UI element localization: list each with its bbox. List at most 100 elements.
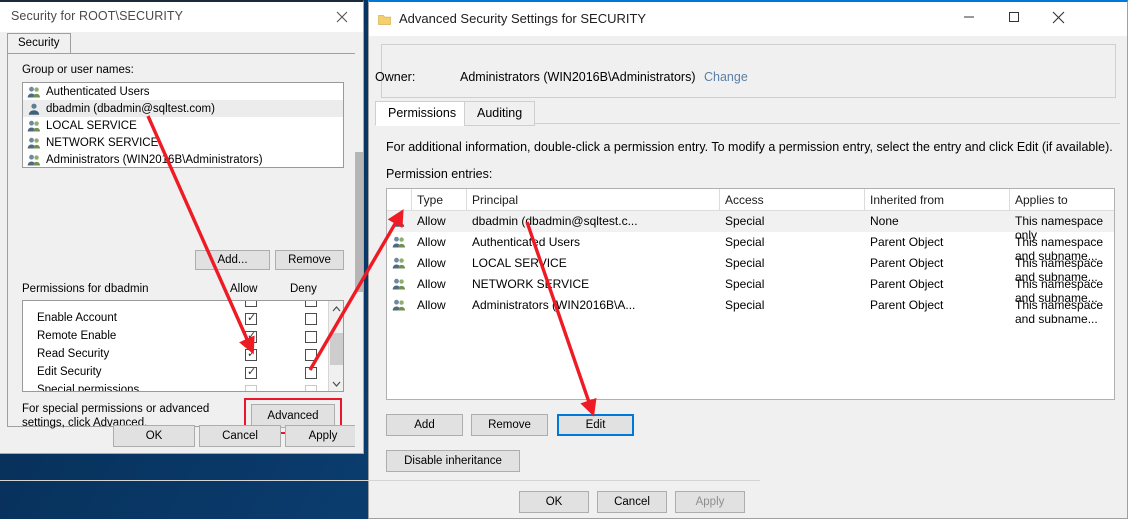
permission-row[interactable]: Read Security ✓: [23, 346, 328, 364]
list-item[interactable]: Administrators (WIN2016B\Administrators): [23, 151, 343, 167]
add-button[interactable]: Add...: [195, 250, 270, 270]
users-group-icon: [27, 153, 41, 167]
ok-button[interactable]: OK: [519, 491, 589, 513]
users-group-icon: [27, 85, 41, 99]
permission-row[interactable]: Remote Enable ✓: [23, 328, 328, 346]
permission-row[interactable]: Edit Security ✓: [23, 364, 328, 382]
close-glyph: [336, 11, 348, 23]
apply-button[interactable]: Apply: [285, 425, 361, 447]
tab-security[interactable]: Security: [7, 33, 71, 53]
column-header-applies-to[interactable]: Applies to: [1015, 193, 1068, 207]
close-icon[interactable]: [1036, 2, 1081, 32]
single-user-icon: [27, 102, 41, 116]
permission-entries-table[interactable]: Type Principal Access Inherited from App…: [386, 188, 1115, 400]
permission-label: Enable Account: [37, 312, 117, 324]
cell-access: Special: [725, 235, 765, 249]
column-header-access[interactable]: Access: [725, 193, 764, 207]
single-user-icon: [392, 214, 406, 228]
tab-permissions[interactable]: Permissions: [375, 101, 470, 126]
deny-checkbox[interactable]: [305, 331, 317, 343]
allow-checkbox[interactable]: ✓: [245, 312, 257, 325]
table-row[interactable]: Allow dbadmin (dbadmin@sqltest.c... Spec…: [387, 211, 1114, 242]
deny-checkbox[interactable]: [305, 313, 317, 325]
table-header-row: Type Principal Access Inherited from App…: [387, 189, 1114, 211]
cell-access: Special: [725, 277, 765, 291]
cell-inherited-from: None: [870, 214, 899, 228]
table-row[interactable]: Allow NETWORK SERVICE Special Parent Obj…: [387, 274, 1114, 305]
scrollbar-thumb[interactable]: [355, 152, 363, 292]
cell-inherited-from: Parent Object: [870, 277, 944, 291]
close-icon[interactable]: [325, 5, 359, 29]
permission-row[interactable]: Enable Account ✓: [23, 310, 328, 328]
column-header-type[interactable]: Type: [417, 193, 443, 207]
allow-checkbox[interactable]: [245, 301, 257, 307]
users-group-icon: [27, 119, 41, 133]
right-dialog-titlebar: Advanced Security Settings for SECURITY: [369, 2, 1127, 36]
check-icon: ✓: [247, 312, 257, 324]
permission-row[interactable]: [23, 301, 328, 310]
users-group-icon: [392, 277, 406, 291]
table-row[interactable]: Allow LOCAL SERVICE Special Parent Objec…: [387, 253, 1114, 284]
add-permission-button[interactable]: Add: [386, 414, 463, 436]
cell-access: Special: [725, 298, 765, 312]
allow-checkbox[interactable]: ✓: [245, 348, 257, 361]
list-item[interactable]: dbadmin (dbadmin@sqltest.com): [23, 100, 343, 117]
list-item[interactable]: LOCAL SERVICE: [23, 117, 343, 134]
check-icon: ✓: [247, 366, 257, 378]
allow-checkbox[interactable]: ✓: [245, 366, 257, 379]
permissions-scrollbar[interactable]: [328, 301, 343, 391]
remove-button[interactable]: Remove: [275, 250, 344, 270]
deny-checkbox[interactable]: [305, 367, 317, 379]
cancel-button[interactable]: Cancel: [597, 491, 667, 513]
list-item[interactable]: Authenticated Users: [23, 83, 343, 100]
cell-inherited-from: Parent Object: [870, 256, 944, 270]
change-owner-link[interactable]: Change: [704, 70, 748, 84]
permission-entries-label: Permission entries:: [386, 167, 493, 181]
apply-button[interactable]: Apply: [675, 491, 745, 513]
cell-type: Allow: [417, 256, 446, 270]
disable-inheritance-button[interactable]: Disable inheritance: [386, 450, 520, 472]
chevron-up-icon[interactable]: [329, 301, 343, 316]
minimize-icon[interactable]: [946, 2, 991, 32]
left-dialog-footer: OK Cancel Apply: [0, 423, 363, 453]
ok-button[interactable]: OK: [113, 425, 195, 447]
deny-checkbox[interactable]: [305, 349, 317, 361]
users-group-icon: [392, 298, 406, 312]
table-row[interactable]: Allow Authenticated Users Special Parent…: [387, 232, 1114, 263]
users-group-icon: [27, 136, 41, 150]
maximize-icon[interactable]: [991, 2, 1036, 32]
cell-inherited-from: Parent Object: [870, 298, 944, 312]
permission-row[interactable]: Special permissions: [23, 382, 328, 392]
chevron-down-icon[interactable]: [329, 376, 343, 391]
left-dialog-scrollbar[interactable]: [355, 32, 363, 453]
group-or-user-names-list[interactable]: Authenticated Users dbadmin (dbadmin@sql…: [22, 82, 344, 168]
table-row[interactable]: Allow Administrators (WIN2016B\A... Spec…: [387, 295, 1114, 326]
allow-checkbox[interactable]: [245, 385, 257, 391]
deny-checkbox[interactable]: [305, 385, 317, 391]
security-properties-dialog: Security for ROOT\SECURITY Security Grou…: [0, 0, 364, 454]
scrollbar-thumb[interactable]: [330, 333, 343, 365]
cell-principal: NETWORK SERVICE: [472, 277, 590, 291]
owner-value: Administrators (WIN2016B\Administrators): [460, 70, 696, 84]
check-icon: ✓: [247, 348, 257, 360]
deny-checkbox[interactable]: [305, 301, 317, 307]
list-item[interactable]: NETWORK SERVICE: [23, 134, 343, 151]
permissions-list[interactable]: Enable Account ✓ Remote Enable ✓ Read Se…: [22, 300, 344, 392]
permissions-for-label: Permissions for dbadmin: [22, 283, 149, 295]
cell-applies-to: This namespace and subname...: [1015, 298, 1104, 326]
right-dialog-tabstrip: Permissions Auditing: [375, 101, 1120, 126]
cell-type: Allow: [417, 214, 446, 228]
permission-label: Special permissions: [37, 384, 140, 392]
remove-permission-button[interactable]: Remove: [471, 414, 548, 436]
left-dialog-titlebar: Security for ROOT\SECURITY: [0, 2, 363, 32]
column-header-inherited-from[interactable]: Inherited from: [870, 193, 944, 207]
permissions-info-text: For additional information, double-click…: [386, 140, 1113, 154]
cancel-button[interactable]: Cancel: [199, 425, 281, 447]
edit-permission-button[interactable]: Edit: [557, 414, 634, 436]
column-header-principal[interactable]: Principal: [472, 193, 518, 207]
permission-label: Edit Security: [37, 366, 102, 378]
permission-label: Remote Enable: [37, 330, 117, 342]
tab-auditing[interactable]: Auditing: [464, 101, 536, 126]
allow-checkbox[interactable]: ✓: [245, 330, 257, 343]
users-group-icon: [392, 256, 406, 270]
